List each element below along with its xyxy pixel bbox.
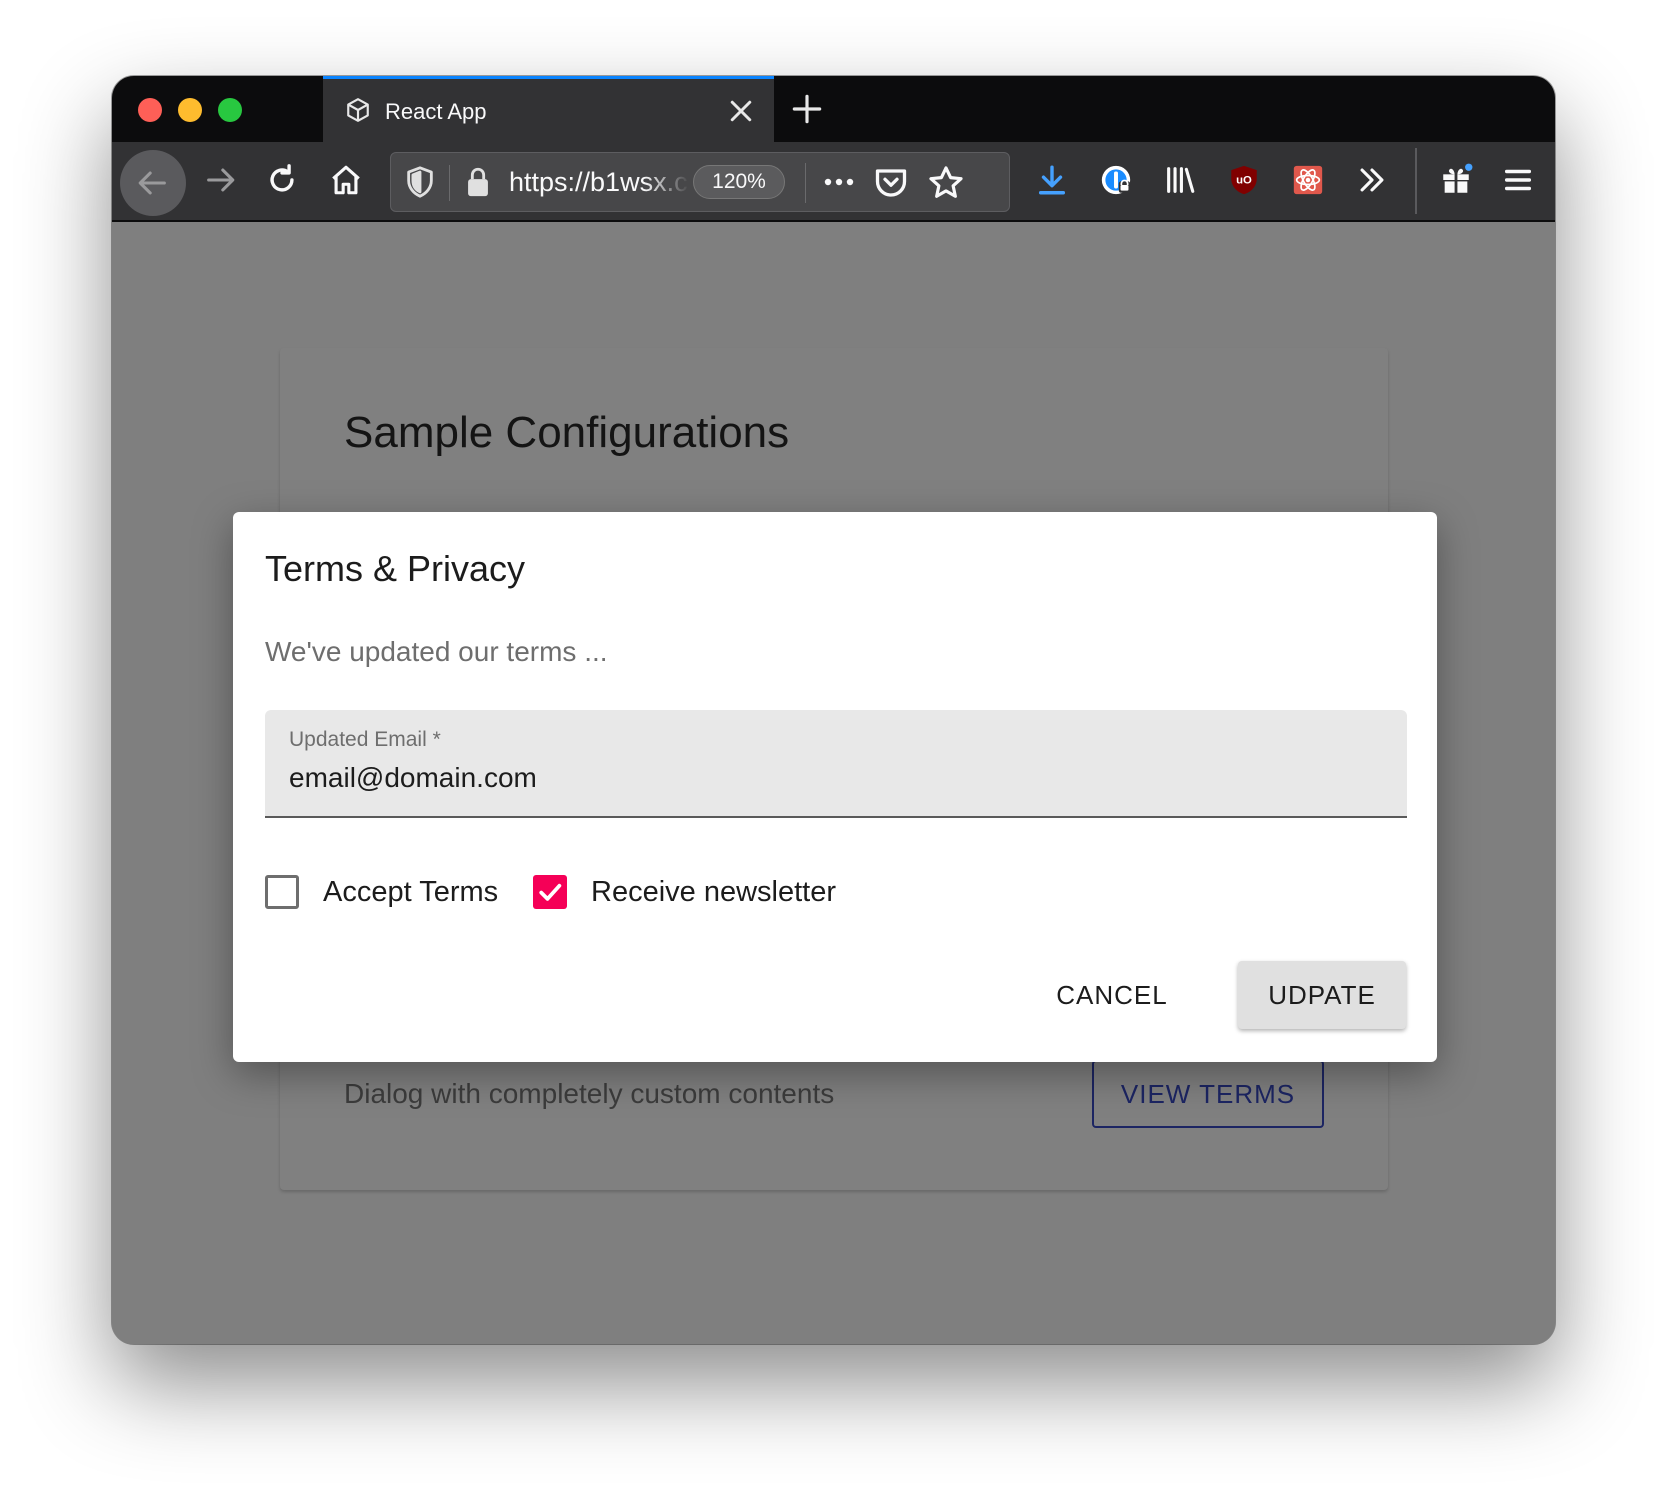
lock-icon[interactable] <box>461 165 495 199</box>
url-divider <box>449 165 450 201</box>
overflow-button[interactable] <box>1348 156 1396 204</box>
email-field[interactable]: Updated Email * <box>265 710 1407 818</box>
svg-text:uO: uO <box>1236 175 1252 187</box>
email-field-label: Updated Email * <box>289 728 441 751</box>
downloads-button[interactable] <box>1028 156 1076 204</box>
checkbox-label: Accept Terms <box>323 875 499 908</box>
whats-new-button[interactable] <box>1432 156 1480 204</box>
reload-icon <box>270 164 294 192</box>
zoom-window-button[interactable] <box>218 98 242 122</box>
update-button[interactable]: UDPATE <box>1238 961 1406 1029</box>
close-window-button[interactable] <box>138 98 162 122</box>
shield-icon[interactable] <box>403 165 437 199</box>
home-icon <box>332 165 360 195</box>
back-button[interactable] <box>120 150 186 216</box>
dialog-title: Terms & Privacy <box>265 548 526 589</box>
minimize-window-button[interactable] <box>178 98 202 122</box>
receive-newsletter-checkbox[interactable]: Receive newsletter <box>533 870 836 914</box>
download-icon <box>1038 165 1066 195</box>
toolbar-divider <box>1415 148 1417 214</box>
home-button[interactable] <box>322 156 370 204</box>
library-icon <box>1167 167 1195 193</box>
check-icon <box>539 883 562 901</box>
tab-react-app[interactable]: React App <box>323 76 774 142</box>
ublock-button[interactable]: uO <box>1220 156 1268 204</box>
onepassword-icon <box>1101 165 1131 195</box>
url-bar[interactable]: https://b1wsx.c 120% <box>390 152 1010 212</box>
nav-toolbar: https://b1wsx.c 120% uO <box>112 142 1555 222</box>
star-icon[interactable] <box>927 164 965 202</box>
more-icon[interactable] <box>819 165 859 199</box>
card-description: Dialog with completely custom contents <box>344 1078 835 1109</box>
terms-dialog: Terms & Privacy We've updated our terms … <box>233 512 1437 1062</box>
onepassword-button[interactable] <box>1092 156 1140 204</box>
page-title: Sample Configurations <box>344 408 790 457</box>
react-devtools-icon <box>1293 165 1323 195</box>
plus-icon[interactable] <box>788 90 826 128</box>
checkbox-unchecked[interactable] <box>265 875 299 909</box>
main-menu-button[interactable] <box>1494 156 1542 204</box>
reload-button[interactable] <box>258 156 306 204</box>
tab-title: React App <box>385 99 487 124</box>
back-icon <box>138 171 166 195</box>
ublock-icon: uO <box>1231 165 1257 195</box>
checkbox-label: Receive newsletter <box>591 875 836 908</box>
cancel-button[interactable]: CANCEL <box>1045 962 1179 1028</box>
react-devtools-button[interactable] <box>1284 156 1332 204</box>
email-input[interactable] <box>289 762 1369 794</box>
view-terms-button[interactable]: VIEW TERMS <box>1092 1060 1324 1128</box>
overflow-icon <box>1360 168 1384 192</box>
menu-icon <box>1504 169 1532 191</box>
dialog-text: We've updated our terms ... <box>265 636 608 667</box>
tab-strip: React App <box>112 76 1555 142</box>
forward-button[interactable] <box>196 156 244 204</box>
pocket-icon[interactable] <box>873 165 909 201</box>
library-button[interactable] <box>1156 156 1204 204</box>
accept-terms-checkbox[interactable]: Accept Terms <box>265 870 498 914</box>
url-text[interactable]: https://b1wsx.c <box>509 167 689 198</box>
close-icon[interactable] <box>726 96 756 126</box>
cube-icon <box>345 97 371 123</box>
gift-icon <box>1443 163 1473 193</box>
zoom-level-badge[interactable]: 120% <box>693 165 785 199</box>
checkbox-checked[interactable] <box>533 875 567 909</box>
forward-icon <box>207 168 235 192</box>
url-divider <box>805 163 806 203</box>
